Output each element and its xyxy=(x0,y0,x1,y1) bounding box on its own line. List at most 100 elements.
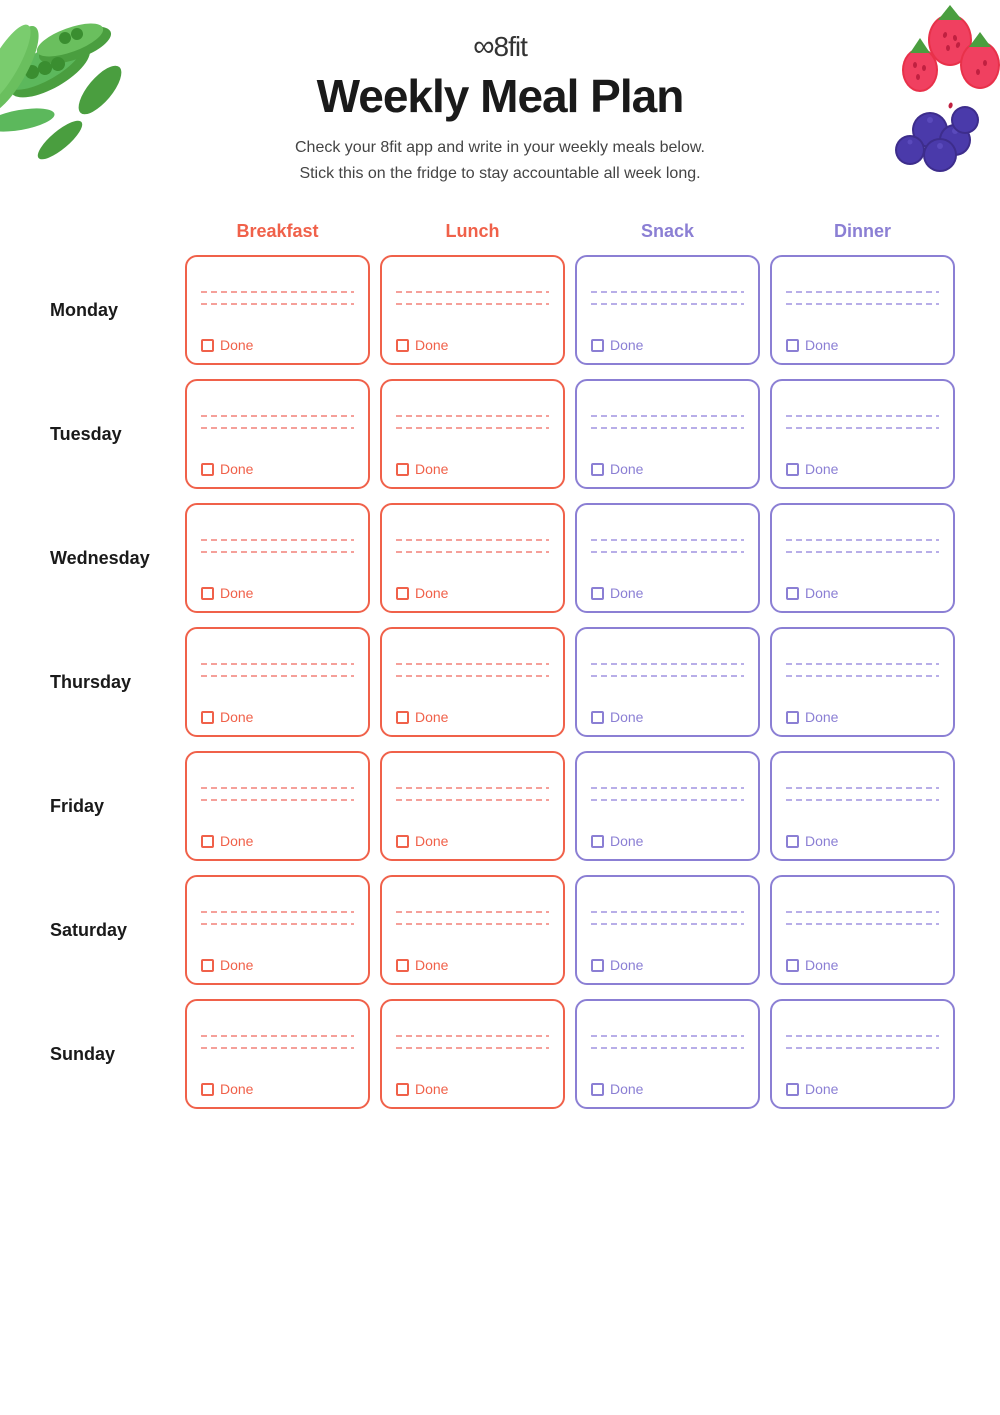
checkbox-friday-dinner[interactable] xyxy=(786,835,799,848)
done-label-tuesday-dinner: Done xyxy=(805,461,838,477)
done-label-tuesday-breakfast: Done xyxy=(220,461,253,477)
done-label-wednesday-breakfast: Done xyxy=(220,585,253,601)
meal-box-sunday-breakfast[interactable]: Done xyxy=(185,999,370,1109)
checkbox-sunday-lunch[interactable] xyxy=(396,1083,409,1096)
checkbox-tuesday-dinner[interactable] xyxy=(786,463,799,476)
checkbox-monday-dinner[interactable] xyxy=(786,339,799,352)
done-label-sunday-snack: Done xyxy=(610,1081,643,1097)
meal-box-saturday-lunch[interactable]: Done xyxy=(380,875,565,985)
meal-box-wednesday-breakfast[interactable]: Done xyxy=(185,503,370,613)
checkbox-monday-snack[interactable] xyxy=(591,339,604,352)
day-row-friday: Friday Done Done xyxy=(40,751,960,861)
done-label-thursday-dinner: Done xyxy=(805,709,838,725)
done-label-monday-breakfast: Done xyxy=(220,337,253,353)
meal-box-friday-snack[interactable]: Done xyxy=(575,751,760,861)
meal-box-saturday-dinner[interactable]: Done xyxy=(770,875,955,985)
page-subtitle: Check your 8fit app and write in your we… xyxy=(240,135,760,186)
done-label-monday-snack: Done xyxy=(610,337,643,353)
meal-box-monday-dinner[interactable]: Done xyxy=(770,255,955,365)
meal-box-saturday-breakfast[interactable]: Done xyxy=(185,875,370,985)
checkbox-saturday-lunch[interactable] xyxy=(396,959,409,972)
meal-box-wednesday-snack[interactable]: Done xyxy=(575,503,760,613)
meal-box-sunday-snack[interactable]: Done xyxy=(575,999,760,1109)
checkbox-monday-lunch[interactable] xyxy=(396,339,409,352)
done-label-friday-lunch: Done xyxy=(415,833,448,849)
checkbox-thursday-snack[interactable] xyxy=(591,711,604,724)
day-label-sunday: Sunday xyxy=(45,1044,175,1065)
checkbox-thursday-breakfast[interactable] xyxy=(201,711,214,724)
done-label-wednesday-snack: Done xyxy=(610,585,643,601)
checkbox-saturday-snack[interactable] xyxy=(591,959,604,972)
done-label-saturday-dinner: Done xyxy=(805,957,838,973)
checkbox-sunday-breakfast[interactable] xyxy=(201,1083,214,1096)
done-label-saturday-snack: Done xyxy=(610,957,643,973)
meal-box-saturday-snack[interactable]: Done xyxy=(575,875,760,985)
meal-box-friday-breakfast[interactable]: Done xyxy=(185,751,370,861)
logo: ∞8fit xyxy=(0,30,1000,64)
done-label-sunday-lunch: Done xyxy=(415,1081,448,1097)
done-label-thursday-snack: Done xyxy=(610,709,643,725)
day-row-tuesday: Tuesday Done Done xyxy=(40,379,960,489)
checkbox-friday-lunch[interactable] xyxy=(396,835,409,848)
done-label-saturday-lunch: Done xyxy=(415,957,448,973)
done-label-saturday-breakfast: Done xyxy=(220,957,253,973)
day-label-thursday: Thursday xyxy=(45,672,175,693)
day-row-monday: Monday Done Done xyxy=(40,255,960,365)
done-label-wednesday-lunch: Done xyxy=(415,585,448,601)
meal-box-monday-lunch[interactable]: Done xyxy=(380,255,565,365)
day-label-monday: Monday xyxy=(45,300,175,321)
checkbox-thursday-lunch[interactable] xyxy=(396,711,409,724)
checkbox-saturday-breakfast[interactable] xyxy=(201,959,214,972)
meal-box-monday-snack[interactable]: Done xyxy=(575,255,760,365)
done-label-monday-lunch: Done xyxy=(415,337,448,353)
day-label-tuesday: Tuesday xyxy=(45,424,175,445)
meal-box-monday-breakfast[interactable]: Done xyxy=(185,255,370,365)
done-label-thursday-lunch: Done xyxy=(415,709,448,725)
page-title: Weekly Meal Plan xyxy=(0,69,1000,123)
done-label-tuesday-lunch: Done xyxy=(415,461,448,477)
meal-box-thursday-breakfast[interactable]: Done xyxy=(185,627,370,737)
checkbox-tuesday-lunch[interactable] xyxy=(396,463,409,476)
col-header-breakfast: Breakfast xyxy=(185,216,370,247)
meal-box-thursday-lunch[interactable]: Done xyxy=(380,627,565,737)
done-label-wednesday-dinner: Done xyxy=(805,585,838,601)
meal-box-tuesday-dinner[interactable]: Done xyxy=(770,379,955,489)
done-label-sunday-breakfast: Done xyxy=(220,1081,253,1097)
col-header-dinner: Dinner xyxy=(770,216,955,247)
checkbox-thursday-dinner[interactable] xyxy=(786,711,799,724)
meal-box-thursday-dinner[interactable]: Done xyxy=(770,627,955,737)
done-label-friday-breakfast: Done xyxy=(220,833,253,849)
column-headers: Breakfast Lunch Snack Dinner xyxy=(40,216,960,247)
checkbox-friday-snack[interactable] xyxy=(591,835,604,848)
checkbox-tuesday-snack[interactable] xyxy=(591,463,604,476)
meal-box-wednesday-lunch[interactable]: Done xyxy=(380,503,565,613)
checkbox-saturday-dinner[interactable] xyxy=(786,959,799,972)
day-row-thursday: Thursday Done Done xyxy=(40,627,960,737)
day-label-friday: Friday xyxy=(45,796,175,817)
col-header-lunch: Lunch xyxy=(380,216,565,247)
day-label-wednesday: Wednesday xyxy=(45,548,175,569)
meal-box-sunday-dinner[interactable]: Done xyxy=(770,999,955,1109)
done-label-tuesday-snack: Done xyxy=(610,461,643,477)
day-row-wednesday: Wednesday Done Done xyxy=(40,503,960,613)
checkbox-wednesday-dinner[interactable] xyxy=(786,587,799,600)
checkbox-wednesday-breakfast[interactable] xyxy=(201,587,214,600)
done-label-thursday-breakfast: Done xyxy=(220,709,253,725)
meal-box-sunday-lunch[interactable]: Done xyxy=(380,999,565,1109)
checkbox-monday-breakfast[interactable] xyxy=(201,339,214,352)
meal-box-wednesday-dinner[interactable]: Done xyxy=(770,503,955,613)
meal-box-friday-dinner[interactable]: Done xyxy=(770,751,955,861)
meal-box-thursday-snack[interactable]: Done xyxy=(575,627,760,737)
checkbox-friday-breakfast[interactable] xyxy=(201,835,214,848)
checkbox-tuesday-breakfast[interactable] xyxy=(201,463,214,476)
meal-box-friday-lunch[interactable]: Done xyxy=(380,751,565,861)
checkbox-sunday-dinner[interactable] xyxy=(786,1083,799,1096)
done-label-monday-dinner: Done xyxy=(805,337,838,353)
meal-grid: Breakfast Lunch Snack Dinner Monday Done xyxy=(40,216,960,1109)
meal-box-tuesday-lunch[interactable]: Done xyxy=(380,379,565,489)
meal-box-tuesday-breakfast[interactable]: Done xyxy=(185,379,370,489)
checkbox-wednesday-lunch[interactable] xyxy=(396,587,409,600)
checkbox-sunday-snack[interactable] xyxy=(591,1083,604,1096)
meal-box-tuesday-snack[interactable]: Done xyxy=(575,379,760,489)
checkbox-wednesday-snack[interactable] xyxy=(591,587,604,600)
